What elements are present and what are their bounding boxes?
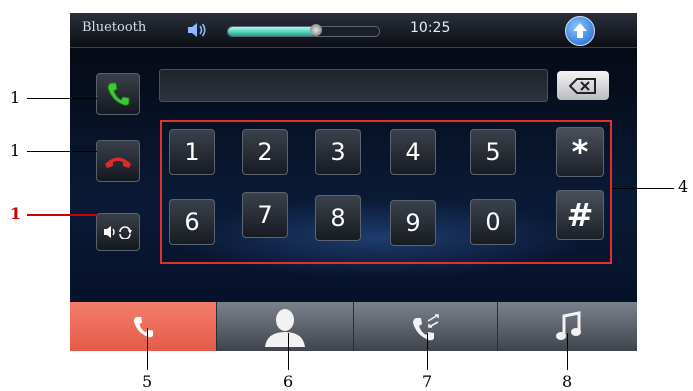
call-button[interactable] — [96, 73, 140, 115]
callout-label-1c: 1 — [10, 204, 22, 223]
green-phone-icon — [107, 82, 130, 106]
audio-transfer-button[interactable] — [96, 213, 140, 251]
dialer-panel: 1 2 3 4 5 * 6 7 8 9 0 # — [70, 48, 637, 302]
callout-line-1a — [27, 98, 97, 99]
key-4[interactable]: 4 — [390, 129, 436, 175]
key-2[interactable]: 2 — [242, 129, 288, 175]
call-log-icon — [412, 313, 439, 340]
volume-slider[interactable] — [227, 24, 380, 37]
audio-transfer-icon — [104, 226, 132, 239]
key-7[interactable]: 7 — [242, 192, 288, 238]
callout-line-4 — [612, 188, 674, 189]
backspace-icon — [569, 77, 596, 94]
tab-contacts[interactable] — [217, 302, 354, 351]
device-screen: Bluetooth 10:25 1 2 3 4 5 * 6 7 8 9 0 # — [70, 13, 637, 351]
callout-line-5 — [147, 328, 148, 370]
phone-icon — [133, 316, 154, 337]
callout-line-6 — [288, 333, 289, 370]
key-6[interactable]: 6 — [169, 199, 215, 245]
key-star[interactable]: * — [556, 127, 604, 177]
callout-label-1b: 1 — [10, 141, 21, 160]
callout-label-5: 5 — [142, 372, 153, 391]
clock: 10:25 — [410, 20, 451, 36]
key-3[interactable]: 3 — [315, 129, 361, 175]
tab-call-log[interactable] — [354, 302, 498, 351]
callout-line-8 — [567, 333, 568, 370]
callout-label-1a: 1 — [10, 88, 21, 107]
red-phone-hangup-icon — [105, 157, 131, 168]
key-9[interactable]: 9 — [390, 200, 436, 246]
key-0[interactable]: 0 — [470, 199, 516, 245]
bottom-tab-bar — [70, 302, 637, 351]
key-5[interactable]: 5 — [470, 129, 516, 175]
number-input[interactable] — [159, 69, 548, 102]
backspace-button[interactable] — [557, 71, 609, 100]
status-bar: Bluetooth 10:25 — [70, 13, 637, 48]
app-title: Bluetooth — [82, 20, 147, 35]
key-1[interactable]: 1 — [169, 129, 215, 175]
key-hash[interactable]: # — [556, 190, 604, 240]
key-8[interactable]: 8 — [315, 195, 361, 241]
contact-person-icon — [265, 308, 305, 347]
keypad: 1 2 3 4 5 * 6 7 8 9 0 # — [160, 120, 612, 264]
callout-line-7 — [427, 333, 428, 370]
callout-label-4: 4 — [678, 177, 689, 196]
home-button[interactable] — [565, 16, 595, 46]
home-arrow-icon — [573, 23, 587, 38]
callout-label-8: 8 — [562, 372, 573, 391]
callout-label-6: 6 — [283, 372, 294, 391]
callout-label-7: 7 — [422, 372, 433, 391]
speaker-icon[interactable] — [187, 22, 209, 38]
volume-fill — [228, 27, 316, 36]
callout-line-1c — [27, 214, 97, 216]
hangup-button[interactable] — [96, 140, 140, 182]
volume-knob[interactable] — [309, 24, 322, 36]
callout-line-1b — [27, 151, 97, 152]
tab-dialer[interactable] — [70, 302, 217, 351]
